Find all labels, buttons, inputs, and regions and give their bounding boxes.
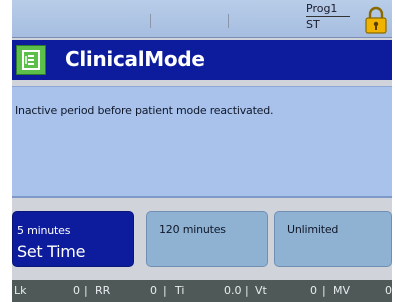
clinical-mode-icon <box>16 45 46 75</box>
divider: | <box>163 284 167 297</box>
divider: | <box>84 284 88 297</box>
mv-label: MV <box>333 284 351 297</box>
parameter-footer: Lk 0 | RR 0 | Ti 0.0 | Vt 0 | MV 0 <box>12 280 392 302</box>
rr-label: RR <box>95 284 111 297</box>
vt-value: 0 <box>310 284 317 297</box>
rr-value: 0 <box>150 284 157 297</box>
divider: | <box>322 284 326 297</box>
status-divider <box>228 14 229 28</box>
vt-label: Vt <box>255 284 267 297</box>
padlock-icon[interactable] <box>364 6 388 34</box>
info-panel: Inactive period before patient mode reac… <box>12 86 392 198</box>
option-unlimited-button[interactable]: Unlimited <box>274 211 392 267</box>
mv-value: 0 <box>385 284 392 297</box>
program-label: Prog1 <box>306 2 338 15</box>
ti-label: Ti <box>175 284 185 297</box>
info-description: Inactive period before patient mode reac… <box>15 104 274 117</box>
option-5-minutes-button[interactable]: 5 minutes Set Time <box>12 211 134 267</box>
program-divider <box>306 16 350 17</box>
option-120-minutes-button[interactable]: 120 minutes <box>146 211 268 267</box>
lk-value: 0 <box>73 284 80 297</box>
option-label: Unlimited <box>287 223 339 236</box>
divider: | <box>245 284 249 297</box>
ti-value: 0.0 <box>224 284 242 297</box>
status-divider <box>150 14 151 28</box>
option-label: 5 minutes <box>17 224 71 237</box>
lk-label: Lk <box>14 284 27 297</box>
option-label: 120 minutes <box>159 223 226 236</box>
page-header: ClinicalMode <box>12 40 392 80</box>
option-subtitle: Set Time <box>17 242 86 261</box>
device-screen: Prog1 ST ClinicalMode Inactive period be… <box>12 0 392 302</box>
program-sublabel: ST <box>306 18 320 31</box>
status-bar: Prog1 ST <box>12 0 392 38</box>
page-title: ClinicalMode <box>65 47 205 71</box>
